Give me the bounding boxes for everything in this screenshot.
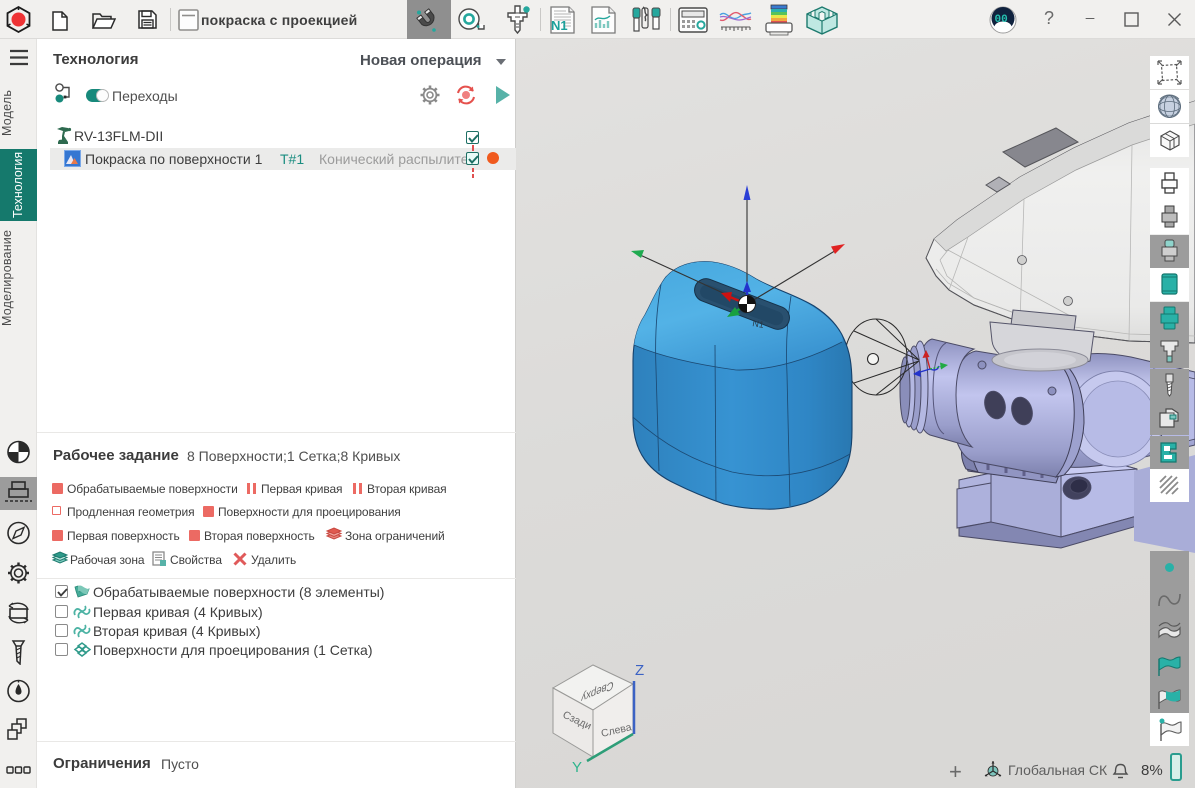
svg-text:00: 00 [995,14,1008,26]
svg-text:N1: N1 [752,318,765,330]
svg-text:Z: Z [635,662,644,679]
svg-text:N1: N1 [551,18,568,33]
